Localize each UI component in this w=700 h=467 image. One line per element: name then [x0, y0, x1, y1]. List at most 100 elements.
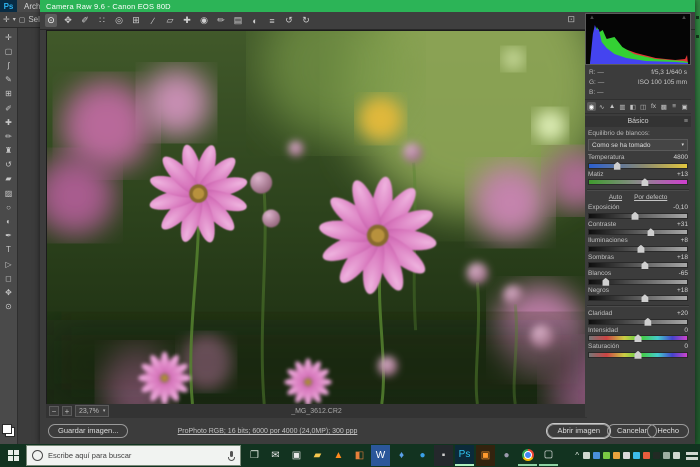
slider-handle-claridad[interactable]: [644, 318, 651, 326]
rotate-left-button[interactable]: ↺: [283, 14, 295, 27]
slider-handle-blancos[interactable]: [602, 278, 609, 286]
file-explorer-icon[interactable]: ▰: [308, 445, 327, 466]
clone-stamp-tool[interactable]: ♜: [1, 144, 16, 158]
move-tool[interactable]: ✛: [1, 30, 16, 44]
slider-handle-iluminaciones[interactable]: [637, 245, 644, 253]
quick-selection-tool[interactable]: ✎: [1, 73, 16, 87]
browser-icon[interactable]: ●: [497, 445, 516, 466]
tab-basic[interactable]: ◉: [587, 102, 596, 111]
slider-track-contraste[interactable]: [588, 229, 688, 235]
slider-handle-exposicion[interactable]: [632, 212, 639, 220]
straighten-tool[interactable]: ∕: [147, 14, 159, 27]
fullscreen-toggle-icon[interactable]: ⊡: [567, 14, 575, 25]
tray-icon[interactable]: [583, 452, 590, 459]
shadow-clipping-icon[interactable]: ▲: [589, 15, 595, 21]
defender-icon[interactable]: ♦: [392, 445, 411, 466]
edge-icon[interactable]: ●: [413, 445, 432, 466]
tray-icon[interactable]: [603, 452, 610, 459]
tray-icon[interactable]: [613, 452, 620, 459]
brush-tool[interactable]: ✏: [1, 129, 16, 143]
radial-filter-tool[interactable]: ◐: [249, 14, 261, 27]
transform-tool[interactable]: ▱: [164, 14, 176, 27]
crop-tool[interactable]: ⊞: [130, 14, 142, 27]
slider-track-intensidad[interactable]: [588, 335, 688, 341]
start-button[interactable]: [0, 444, 26, 467]
graduated-filter-tool[interactable]: ▤: [232, 14, 244, 27]
tray-icon[interactable]: [653, 452, 660, 459]
white-balance-select[interactable]: Como se ha tomado ▾: [588, 139, 688, 151]
marquee-tool[interactable]: ▢: [1, 44, 16, 58]
tab-camera-calibration[interactable]: ▩: [659, 102, 668, 111]
color-sampler-tool[interactable]: ∷: [96, 14, 108, 27]
slider-track-blancos[interactable]: [588, 279, 688, 285]
tray-icon[interactable]: [633, 452, 640, 459]
photo-canvas[interactable]: [46, 30, 586, 405]
type-tool[interactable]: T: [1, 243, 16, 257]
tab-lens-corrections[interactable]: ◫: [639, 102, 648, 111]
office-app-icon[interactable]: ◧: [350, 445, 369, 466]
red-eye-tool[interactable]: ◉: [198, 14, 210, 27]
panel-menu-icon[interactable]: ≡: [684, 118, 688, 125]
task-view-icon[interactable]: ❐: [245, 445, 264, 466]
tab-split-toning[interactable]: ◧: [628, 102, 637, 111]
slider-handle-negros[interactable]: [641, 294, 648, 302]
auto-link[interactable]: Auto: [609, 194, 622, 201]
photoshop-icon[interactable]: Ps: [455, 445, 474, 466]
crop-tool[interactable]: ⊞: [1, 87, 16, 101]
store-icon[interactable]: ▣: [287, 445, 306, 466]
rotate-right-button[interactable]: ↻: [300, 14, 312, 27]
slider-track-saturacion[interactable]: [588, 352, 688, 358]
white-balance-tool[interactable]: ✐: [79, 14, 91, 27]
hand-tool[interactable]: ✥: [1, 285, 16, 299]
default-link[interactable]: Por defecto: [634, 194, 667, 201]
vlc-icon[interactable]: ▲: [329, 445, 348, 466]
slider-handle-temperatura[interactable]: [614, 162, 621, 170]
slider-track-matiz[interactable]: [588, 179, 688, 185]
slider-track-sombras[interactable]: [588, 262, 688, 268]
microphone-icon[interactable]: [228, 451, 235, 461]
slider-track-temperatura[interactable]: [588, 163, 688, 169]
mail-icon[interactable]: ✉: [266, 445, 285, 466]
tab-detail[interactable]: ▲: [608, 102, 617, 111]
slider-handle-matiz[interactable]: [641, 178, 648, 186]
tray-icon[interactable]: [623, 452, 630, 459]
tray-icon[interactable]: [663, 452, 670, 459]
tray-icon[interactable]: [593, 452, 600, 459]
zoom-tool[interactable]: ⊙: [45, 14, 57, 27]
color-swatches[interactable]: [2, 424, 15, 437]
spot-removal-tool[interactable]: ✚: [181, 14, 193, 27]
slider-handle-intensidad[interactable]: [635, 334, 642, 342]
tab-hsl[interactable]: ▥: [618, 102, 627, 111]
chrome-icon[interactable]: [518, 445, 537, 466]
slider-handle-contraste[interactable]: [647, 228, 654, 236]
slider-handle-saturacion[interactable]: [635, 351, 642, 359]
tray-icon[interactable]: [643, 452, 650, 459]
workflow-options-link[interactable]: ProPhoto RGB; 16 bits; 6000 por 4000 (24…: [40, 428, 495, 435]
word-icon[interactable]: W: [371, 445, 390, 466]
slider-handle-sombras[interactable]: [641, 261, 648, 269]
gradient-tool[interactable]: ▨: [1, 186, 16, 200]
tab-snapshots[interactable]: ▣: [680, 102, 689, 111]
preferences-button[interactable]: ≡: [266, 14, 278, 27]
tray-chevron-icon[interactable]: ^: [575, 451, 579, 460]
tab-presets[interactable]: ≡: [670, 102, 679, 111]
dark-app-icon[interactable]: ▪: [434, 445, 453, 466]
healing-brush-tool[interactable]: ✚: [1, 115, 16, 129]
history-brush-tool[interactable]: ↺: [1, 158, 16, 172]
targeted-adjustment-tool[interactable]: ◎: [113, 14, 125, 27]
eraser-tool[interactable]: ▰: [1, 172, 16, 186]
slider-track-exposicion[interactable]: [588, 213, 688, 219]
tab-effects[interactable]: fx: [649, 102, 658, 111]
shape-tool[interactable]: ◻: [1, 271, 16, 285]
tab-tone-curve[interactable]: ∿: [597, 102, 606, 111]
taskbar-search[interactable]: Escribe aquí para buscar: [26, 445, 241, 466]
tray-clock[interactable]: [686, 452, 698, 460]
dodge-tool[interactable]: ◐: [1, 214, 16, 228]
slider-track-claridad[interactable]: [588, 319, 688, 325]
path-selection-tool[interactable]: ▷: [1, 257, 16, 271]
hand-tool[interactable]: ✥: [62, 14, 74, 27]
lasso-tool[interactable]: ʃ: [1, 58, 16, 72]
adjustment-brush-tool[interactable]: ✏: [215, 14, 227, 27]
dialog-titlebar[interactable]: Camera Raw 9.6 - Canon EOS 80D: [40, 0, 695, 12]
eyedropper-tool[interactable]: ✐: [1, 101, 16, 115]
